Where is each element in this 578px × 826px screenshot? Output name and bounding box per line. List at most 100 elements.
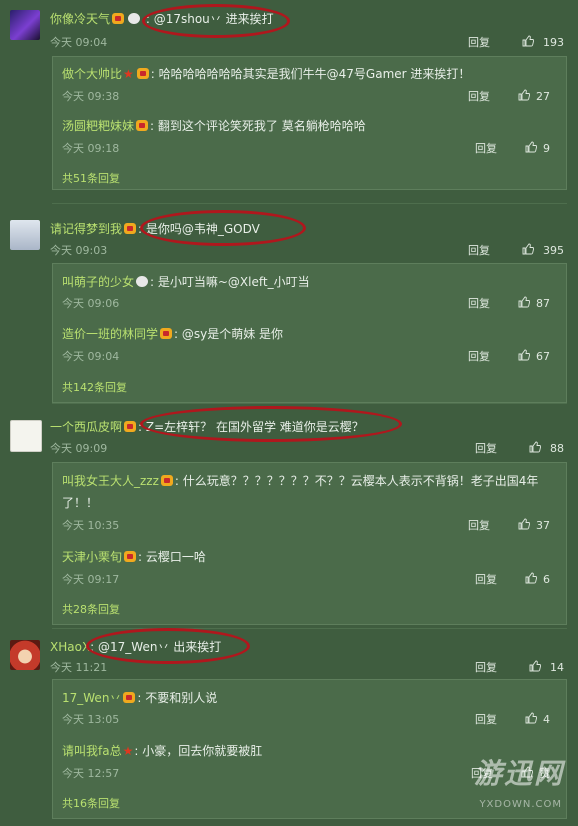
reply-button[interactable]: 回复 <box>475 571 497 587</box>
timestamp: 今天 09:38 <box>62 90 120 103</box>
more-replies-link[interactable]: 共16条回复 <box>62 795 120 811</box>
vip-badge-icon <box>124 223 137 234</box>
timestamp: 今天 09:18 <box>62 142 120 155</box>
username[interactable]: 你像冷天气 <box>50 12 110 26</box>
reply-text: 天津小栗旬: 云樱口一哈 <box>62 550 206 564</box>
reply-body: 云樱口一哈 <box>145 550 206 564</box>
thumbs-up-icon[interactable] <box>518 518 536 533</box>
username[interactable]: 请记得梦到我 <box>50 222 122 236</box>
vip-badge-icon <box>124 551 137 562</box>
more-replies-link[interactable]: 共51条回复 <box>62 170 120 186</box>
reply-body: 哈哈哈哈哈哈哈其实是我们牛牛@47号Gamer 进来挨打！ <box>158 67 471 81</box>
reply-body: 是小叮当嘛~@Xleft_小叮当 <box>157 275 310 289</box>
reply-button[interactable]: 回复 <box>468 295 490 311</box>
reply-button[interactable]: 回复 <box>468 34 490 50</box>
reply-button[interactable]: 回复 <box>475 440 497 456</box>
username[interactable]: 一个西瓜皮啊 <box>50 420 122 434</box>
comment-actions: 回复 88 <box>475 440 564 456</box>
username[interactable]: 天津小栗旬 <box>62 550 122 564</box>
timestamp: 今天 09:04 <box>62 350 120 363</box>
username[interactable]: 叫萌子的少女 <box>62 275 134 289</box>
more-replies-link[interactable]: 共28条回复 <box>62 601 120 617</box>
highlight-ellipse <box>140 210 306 246</box>
reply-button[interactable]: 回复 <box>468 242 490 258</box>
vip-badge-icon <box>123 692 136 703</box>
thumbs-up-icon[interactable] <box>525 712 543 727</box>
reply-button[interactable]: 回复 <box>475 659 497 675</box>
timestamp: 今天 09:04 <box>50 36 108 49</box>
timestamp: 今天 10:35 <box>62 519 120 532</box>
timestamp: 今天 09:06 <box>62 297 120 310</box>
reply-text: 做个大帅比★: 哈哈哈哈哈哈哈其实是我们牛牛@47号Gamer 进来挨打！ <box>62 67 471 81</box>
reply-button[interactable]: 回复 <box>468 517 490 533</box>
avatar[interactable] <box>10 220 40 250</box>
timestamp: 今天 09:17 <box>62 573 120 586</box>
vip-badge-icon <box>136 68 149 79</box>
reply-text: 汤圆粑粑妹妹: 翻到这个评论笑死我了 莫名躺枪哈哈哈 <box>62 119 366 133</box>
thumbs-up-icon[interactable] <box>522 243 540 258</box>
like-count: 395 <box>543 243 564 257</box>
thumbs-up-icon[interactable] <box>529 660 547 675</box>
like-count: 87 <box>536 296 550 310</box>
username[interactable]: XHaoX <box>50 640 90 654</box>
reply-actions: 回复 37 <box>468 517 550 533</box>
star-icon: ★ <box>122 744 134 758</box>
thumbs-up-icon[interactable] <box>525 572 543 587</box>
reply-list: 做个大帅比★: 哈哈哈哈哈哈哈其实是我们牛牛@47号Gamer 进来挨打！ 今天… <box>52 56 567 190</box>
more-replies-link[interactable]: 共142条回复 <box>62 379 127 395</box>
reply-body: 翻到这个评论笑死我了 莫名躺枪哈哈哈 <box>157 119 366 133</box>
divider <box>52 203 567 204</box>
username[interactable]: 做个大帅比 <box>62 67 122 81</box>
like-count: 9 <box>543 141 550 155</box>
thumbs-up-icon[interactable] <box>522 35 540 50</box>
timestamp: 今天 09:03 <box>50 244 108 257</box>
divider <box>52 403 567 404</box>
reply-button[interactable]: 回复 <box>468 348 490 364</box>
avatar[interactable] <box>10 420 42 452</box>
reply-button[interactable]: 回复 <box>475 711 497 727</box>
avatar[interactable] <box>10 640 40 670</box>
highlight-ellipse <box>140 406 402 442</box>
highlight-ellipse <box>86 628 250 664</box>
thumbs-up-icon[interactable] <box>518 89 536 104</box>
reply-text: 造价一班的林同学: @sy是个萌妹 是你 <box>62 327 284 341</box>
divider <box>52 628 567 629</box>
like-count: 6 <box>543 572 550 586</box>
vip-badge-icon <box>160 475 173 486</box>
reply-text: 叫我女王大人_zzz: 什么玩意？？？？？？？不？？云樱本人表示不背锅！老子出国… <box>62 474 539 488</box>
reply-body: 不要和别人说 <box>145 691 218 705</box>
username[interactable]: 叫我女王大人_zzz <box>62 474 159 488</box>
timestamp: 今天 13:05 <box>62 713 120 726</box>
vip-badge-icon <box>136 120 149 131</box>
like-count: 67 <box>536 349 550 363</box>
like-count: 14 <box>550 660 564 674</box>
like-count: 88 <box>550 441 564 455</box>
username[interactable]: 造价一班的林同学 <box>62 327 158 341</box>
reply-button[interactable]: 回复 <box>468 88 490 104</box>
username[interactable]: 请叫我fa总 <box>62 744 122 758</box>
reply-actions: 回复 27 <box>468 88 550 104</box>
username[interactable]: 17_Wen丷 <box>62 691 121 705</box>
like-count: 27 <box>536 89 550 103</box>
reply-body: 小豪，回去你就要被肛 <box>142 744 263 758</box>
username[interactable]: 汤圆粑粑妹妹 <box>62 119 134 133</box>
timestamp: 今天 09:09 <box>50 442 108 455</box>
thumbs-up-icon[interactable] <box>525 141 543 156</box>
like-count: 4 <box>543 712 550 726</box>
watermark-url: YXDOWN.COM <box>479 799 562 810</box>
reply-list: 17_Wen丷: 不要和别人说 今天 13:05 回复 4 请叫我fa总★: 小豪… <box>52 679 567 819</box>
reply-actions: 回复 9 <box>475 140 550 156</box>
thumbs-up-icon[interactable] <box>518 349 536 364</box>
reply-button[interactable]: 回复 <box>475 140 497 156</box>
reply-text: 叫萌子的少女: 是小叮当嘛~@Xleft_小叮当 <box>62 275 310 289</box>
comment-actions: 回复 193 <box>468 34 564 50</box>
reply-body: @sy是个萌妹 是你 <box>181 327 284 341</box>
vip-badge-icon <box>112 13 125 24</box>
reply-actions: 回复 6 <box>475 571 550 587</box>
thumbs-up-icon[interactable] <box>529 441 547 456</box>
thumbs-up-icon[interactable] <box>518 296 536 311</box>
reply-text: 请叫我fa总★: 小豪，回去你就要被肛 <box>62 744 263 758</box>
comment-actions: 回复 395 <box>468 242 564 258</box>
avatar[interactable] <box>10 10 40 40</box>
like-count: 193 <box>543 35 564 49</box>
